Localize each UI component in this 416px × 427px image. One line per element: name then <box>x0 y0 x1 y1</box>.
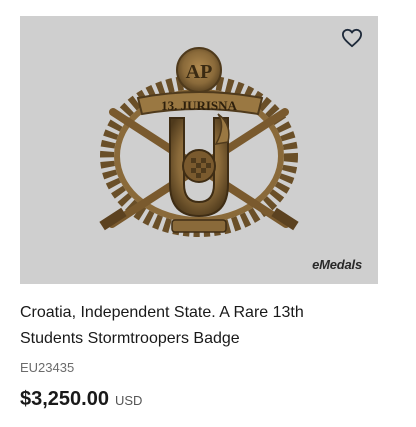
price-row: $3,250.00 USD <box>20 388 142 411</box>
heart-outline-icon <box>341 28 362 48</box>
product-card[interactable]: AP 13. JURISNA eMedals Croatia, Independ… <box>0 0 416 427</box>
product-title-line1: Croatia, Independent State. A Rare 13th <box>20 304 304 321</box>
product-price: $3,250.00 <box>20 388 109 410</box>
badge-photo: AP 13. JURISNA <box>99 47 299 237</box>
favorite-button[interactable] <box>338 24 366 52</box>
badge-monogram: AP <box>186 61 213 83</box>
product-title[interactable]: Croatia, Independent State. A Rare 13th … <box>20 300 380 352</box>
product-sku: EU23435 <box>20 360 75 375</box>
image-watermark: eMedals <box>312 257 362 272</box>
price-currency: USD <box>114 393 143 408</box>
product-image[interactable]: AP 13. JURISNA eMedals <box>20 16 378 284</box>
product-title-line2: Students Stormtroopers Badge <box>20 330 240 347</box>
badge-banner-text: 13. JURISNA <box>161 98 237 113</box>
